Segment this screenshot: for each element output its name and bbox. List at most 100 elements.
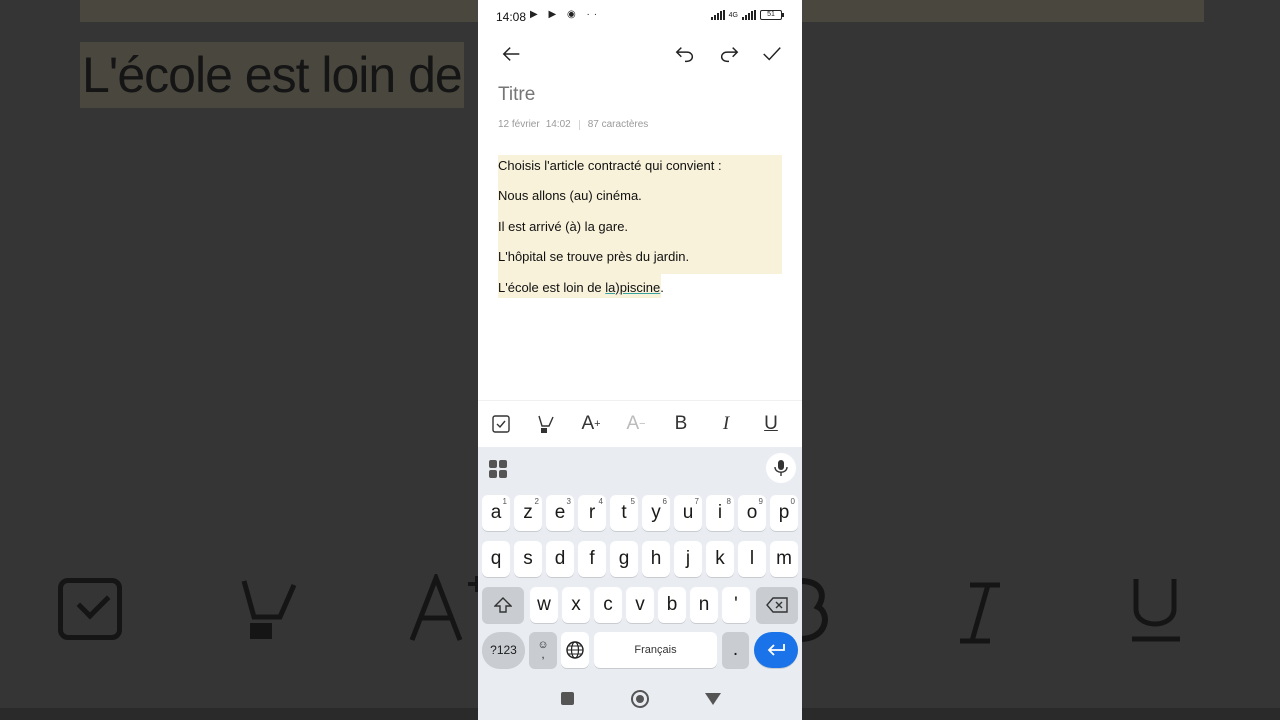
note-line-last[interactable]: L'école est loin de la)piscine.: [498, 280, 664, 295]
note-time: 14:02: [545, 119, 571, 130]
home-icon[interactable]: [631, 690, 649, 708]
redo-icon[interactable]: [715, 40, 743, 68]
signal-icon: [710, 10, 725, 20]
key-j[interactable]: j: [674, 541, 702, 577]
symbols-key[interactable]: ?123: [482, 632, 525, 668]
key-v[interactable]: v: [626, 587, 654, 623]
key-hint: 3: [566, 497, 571, 506]
keyboard-top-bar: [478, 447, 802, 489]
key-hint: 1: [502, 497, 507, 506]
key-e[interactable]: e3: [546, 495, 574, 531]
key-g[interactable]: g: [610, 541, 638, 577]
key-a[interactable]: a1: [482, 495, 510, 531]
background-checkbox-icon: [58, 578, 122, 640]
backspace-key[interactable]: [756, 587, 798, 623]
key-s[interactable]: s: [514, 541, 542, 577]
note-title-input[interactable]: [498, 84, 778, 106]
format-toolbar: A + A − B I U: [478, 400, 802, 446]
background-text: L'école est loin de: [80, 42, 464, 108]
key-u[interactable]: u7: [674, 495, 702, 531]
key-y[interactable]: y6: [642, 495, 670, 531]
key-t[interactable]: t5: [610, 495, 638, 531]
note-line-text: .: [660, 280, 664, 295]
key-b[interactable]: b: [658, 587, 686, 623]
key-d[interactable]: d: [546, 541, 574, 577]
key-w[interactable]: w: [530, 587, 558, 623]
save-check-icon[interactable]: [758, 40, 786, 68]
background-highlighter-icon: [240, 576, 300, 656]
key-o[interactable]: o9: [738, 495, 766, 531]
key-label: y: [651, 502, 661, 523]
font-decrease-label: A: [626, 413, 640, 434]
network-type: 4G: [728, 11, 738, 19]
note-line[interactable]: Nous allons (au) cinéma.: [498, 188, 642, 203]
notification-icons: ▶ ▶ ◉ ··: [530, 9, 602, 20]
microphone-icon[interactable]: [766, 453, 796, 483]
key-label: u: [682, 502, 694, 523]
space-key[interactable]: Français: [594, 632, 717, 668]
key-k[interactable]: k: [706, 541, 734, 577]
underline-button[interactable]: U: [758, 411, 784, 437]
background-bold-icon: [799, 576, 830, 656]
enter-key[interactable]: [754, 632, 798, 668]
shift-key[interactable]: [482, 587, 524, 623]
note-date: 12 février: [498, 119, 540, 130]
italic-button[interactable]: I: [713, 411, 739, 437]
font-increase-label: A: [581, 413, 595, 434]
key-c[interactable]: c: [594, 587, 622, 623]
key-l[interactable]: l: [738, 541, 766, 577]
key-hint: 9: [758, 497, 763, 506]
key-r[interactable]: r4: [578, 495, 606, 531]
background-underline-icon: [1130, 576, 1184, 656]
font-decrease-button[interactable]: A −: [623, 411, 649, 437]
note-char-count: 87 caractères: [587, 119, 649, 130]
background-italic-icon: [958, 578, 1002, 658]
key-x[interactable]: x: [562, 587, 590, 623]
back-arrow-icon[interactable]: [498, 40, 526, 68]
note-line[interactable]: Choisis l'article contracté qui convient…: [498, 158, 722, 173]
status-right-icons: 4G 51: [710, 10, 784, 20]
emoji-comma-key[interactable]: ☺,: [529, 632, 557, 668]
undo-icon[interactable]: [671, 40, 699, 68]
period-key[interactable]: .: [722, 632, 749, 668]
key-m[interactable]: m: [770, 541, 798, 577]
key-f[interactable]: f: [578, 541, 606, 577]
key-hint: 6: [662, 497, 667, 506]
key-apostrophe[interactable]: ': [722, 587, 750, 623]
comma-label: ,: [541, 649, 545, 661]
note-meta: 12 février 14:02 87 caractères: [498, 119, 648, 130]
note-line[interactable]: Il est arrivé (à) la gare.: [498, 219, 628, 234]
key-p[interactable]: p0: [770, 495, 798, 531]
back-triangle-icon[interactable]: [705, 693, 721, 705]
key-hint: 5: [630, 497, 635, 506]
meta-divider: [578, 119, 580, 130]
key-label: r: [588, 502, 596, 523]
key-label: i: [717, 502, 723, 523]
key-hint: 7: [694, 497, 699, 506]
android-nav-bar: [478, 677, 802, 720]
key-label: t: [621, 502, 627, 523]
key-i[interactable]: i8: [706, 495, 734, 531]
key-q[interactable]: q: [482, 541, 510, 577]
language-key[interactable]: [561, 632, 589, 668]
key-hint: 4: [598, 497, 603, 506]
font-increase-button[interactable]: A +: [578, 411, 604, 437]
note-line[interactable]: L'hôpital se trouve près du jardin.: [498, 249, 689, 264]
keyboard-apps-icon[interactable]: [489, 460, 507, 478]
status-bar: 14:08 ▶ ▶ ◉ ·· 4G 51: [478, 0, 802, 34]
background-font-increase-icon: [408, 571, 488, 657]
key-label: o: [746, 502, 758, 523]
checkbox-icon[interactable]: [488, 411, 514, 437]
key-h[interactable]: h: [642, 541, 670, 577]
highlighter-icon[interactable]: [533, 411, 559, 437]
key-label: a: [490, 502, 502, 523]
recent-apps-icon[interactable]: [561, 692, 574, 705]
key-n[interactable]: n: [690, 587, 718, 623]
key-z[interactable]: z2: [514, 495, 542, 531]
phone-screen: 14:08 ▶ ▶ ◉ ·· 4G 51 12 février 14:02 87…: [478, 0, 802, 720]
spellcheck-underlined-word[interactable]: la)piscine: [605, 280, 660, 295]
signal-icon-2: [742, 10, 756, 20]
key-hint: 0: [790, 497, 795, 506]
bold-button[interactable]: B: [668, 411, 694, 437]
key-hint: 2: [534, 497, 539, 506]
